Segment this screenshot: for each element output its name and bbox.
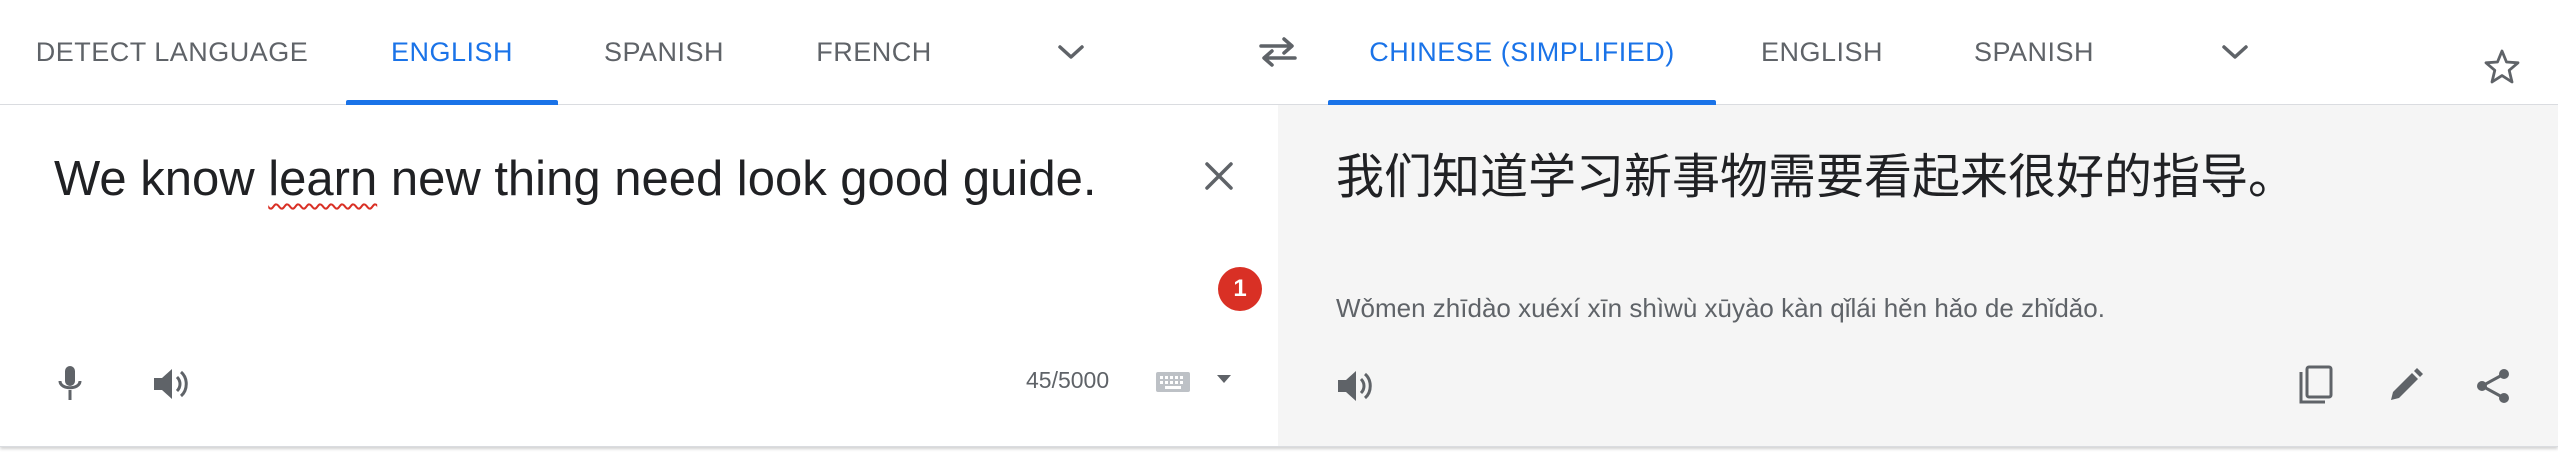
save-translation-button[interactable] [2480,45,2524,89]
tab-target-spanish[interactable]: SPANISH [1954,0,2114,104]
chevron-down-icon [1058,45,1084,59]
tab-target-english[interactable]: ENGLISH [1744,0,1900,104]
notification-badge[interactable]: 1 [1218,267,1262,311]
source-more-languages-button[interactable] [1046,32,1096,72]
mic-icon [58,366,82,400]
chevron-down-icon [2222,45,2248,59]
source-text-start: We know [54,152,269,206]
keyboard-icon [1156,372,1190,392]
source-listen-button[interactable] [148,361,194,407]
speaker-icon [1338,371,1372,401]
keyboard-options-button[interactable] [1212,371,1236,387]
source-panel: We know learn new thing need look good g… [0,105,1278,446]
translate-card: DETECT LANGUAGE ENGLISH SPANISH FRENCH C… [0,0,2558,447]
tab-source-english[interactable]: ENGLISH [346,0,558,105]
share-icon [2477,369,2509,403]
clear-source-button[interactable] [1196,153,1242,199]
close-icon [1205,162,1233,190]
translation-text: 我们知道学习新事物需要看起来很好的指导。 [1336,149,2297,205]
transliteration-text: Wǒmen zhīdào xuéxí xīn shìwù xūyào kàn q… [1336,293,2105,323]
tab-source-spanish[interactable]: SPANISH [580,0,748,104]
tab-detect-language[interactable]: DETECT LANGUAGE [18,0,326,104]
keyboard-button[interactable] [1154,369,1192,395]
misspelled-word[interactable]: learn [268,152,377,206]
swap-icon [1259,37,1297,67]
target-panel: 我们知道学习新事物需要看起来很好的指导。 Wǒmen zhīdào xuéxí … [1278,49,2558,446]
caret-down-icon [1217,375,1231,383]
edit-translation-button[interactable] [2382,363,2428,409]
star-icon [2484,49,2520,84]
tab-source-french[interactable]: FRENCH [790,0,958,104]
share-translation-button[interactable] [2470,363,2516,409]
source-text-input[interactable]: We know learn new thing need look good g… [54,147,1134,211]
language-bar: DETECT LANGUAGE ENGLISH SPANISH FRENCH C… [0,0,2558,105]
source-text-end: new thing need look good guide. [377,152,1097,206]
target-more-languages-button[interactable] [2210,32,2260,72]
target-listen-button[interactable] [1332,363,1378,409]
swap-languages-button[interactable] [1250,32,1306,72]
edit-icon [2391,368,2423,400]
tab-target-chinese-simplified[interactable]: CHINESE (SIMPLIFIED) [1328,0,1716,105]
copy-icon [2299,365,2333,404]
character-count: 45/5000 [1026,367,1110,393]
voice-input-button[interactable] [48,359,92,409]
speaker-icon [154,369,188,399]
copy-translation-button[interactable] [2292,361,2338,409]
